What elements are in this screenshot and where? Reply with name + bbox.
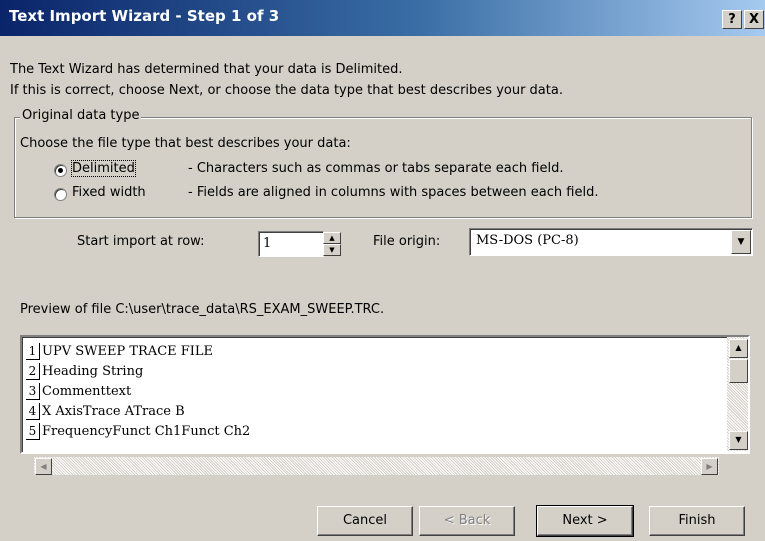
- row-number: 3: [26, 383, 40, 400]
- delimited-radio[interactable]: [54, 164, 67, 177]
- preview-row: 5 FrequencyFunct Ch1Funct Ch2: [26, 423, 250, 443]
- scroll-right-button[interactable]: ▶: [701, 458, 718, 475]
- preview-row: 3 Commenttext: [26, 383, 131, 403]
- start-row-label: Start import at row:: [77, 234, 205, 249]
- row-number: 5: [26, 423, 40, 440]
- spin-down-button[interactable]: ▼: [323, 244, 341, 256]
- group-prompt: Choose the file type that best describes…: [20, 136, 351, 151]
- finish-button[interactable]: Finish: [649, 506, 745, 536]
- close-button[interactable]: X: [744, 10, 764, 29]
- fixed-width-label[interactable]: Fixed width: [72, 185, 146, 200]
- preview-row: 2 Heading String: [26, 363, 143, 383]
- delimited-description: - Characters such as commas or tabs sepa…: [188, 161, 564, 176]
- back-button[interactable]: < Back: [419, 506, 515, 536]
- row-number: 4: [26, 403, 40, 420]
- cancel-button[interactable]: Cancel: [317, 506, 413, 536]
- file-origin-label: File origin:: [373, 234, 441, 249]
- file-origin-select[interactable]: MS-DOS (PC-8): [469, 228, 753, 256]
- scroll-down-button[interactable]: ▼: [729, 431, 748, 450]
- scroll-left-button[interactable]: ◀: [35, 458, 52, 475]
- row-text: X AxisTrace ATrace B: [42, 404, 185, 419]
- row-text: Heading String: [42, 364, 144, 379]
- group-legend: Original data type: [20, 108, 142, 123]
- preview-row: 4X AxisTrace ATrace B: [26, 403, 185, 423]
- row-text: UPV SWEEP TRACE FILE: [42, 344, 214, 359]
- radio-selected-dot: [58, 168, 63, 173]
- fixed-width-radio[interactable]: [54, 188, 67, 201]
- row-text: Commenttext: [42, 384, 132, 399]
- row-number: 2: [26, 363, 40, 380]
- scroll-up-button[interactable]: ▲: [729, 339, 748, 358]
- intro-line-2: If this is correct, choose Next, or choo…: [10, 83, 563, 98]
- help-button[interactable]: ?: [722, 10, 742, 29]
- horizontal-scrollbar[interactable]: [34, 457, 719, 475]
- next-button[interactable]: Next >: [536, 505, 634, 537]
- intro-line-1: The Text Wizard has determined that your…: [10, 62, 403, 77]
- preview-label: Preview of file C:\user\trace_data\RS_EX…: [20, 302, 385, 317]
- delimited-label[interactable]: Delimited: [71, 160, 136, 177]
- fixed-width-description: - Fields are aligned in columns with spa…: [188, 185, 599, 200]
- row-text: FrequencyFunct Ch1Funct Ch2: [42, 424, 251, 439]
- scroll-thumb[interactable]: [729, 359, 748, 383]
- preview-row: 1 UPV SWEEP TRACE FILE: [26, 343, 213, 363]
- window-title: Text Import Wizard - Step 1 of 3: [9, 7, 280, 25]
- start-row-input[interactable]: 1: [258, 231, 324, 257]
- spin-up-button[interactable]: ▲: [323, 232, 341, 244]
- file-origin-dropdown-button[interactable]: ▼: [731, 230, 751, 254]
- row-number: 1: [26, 343, 40, 360]
- preview-area[interactable]: 1 UPV SWEEP TRACE FILE 2 Heading String 3C…: [20, 335, 750, 454]
